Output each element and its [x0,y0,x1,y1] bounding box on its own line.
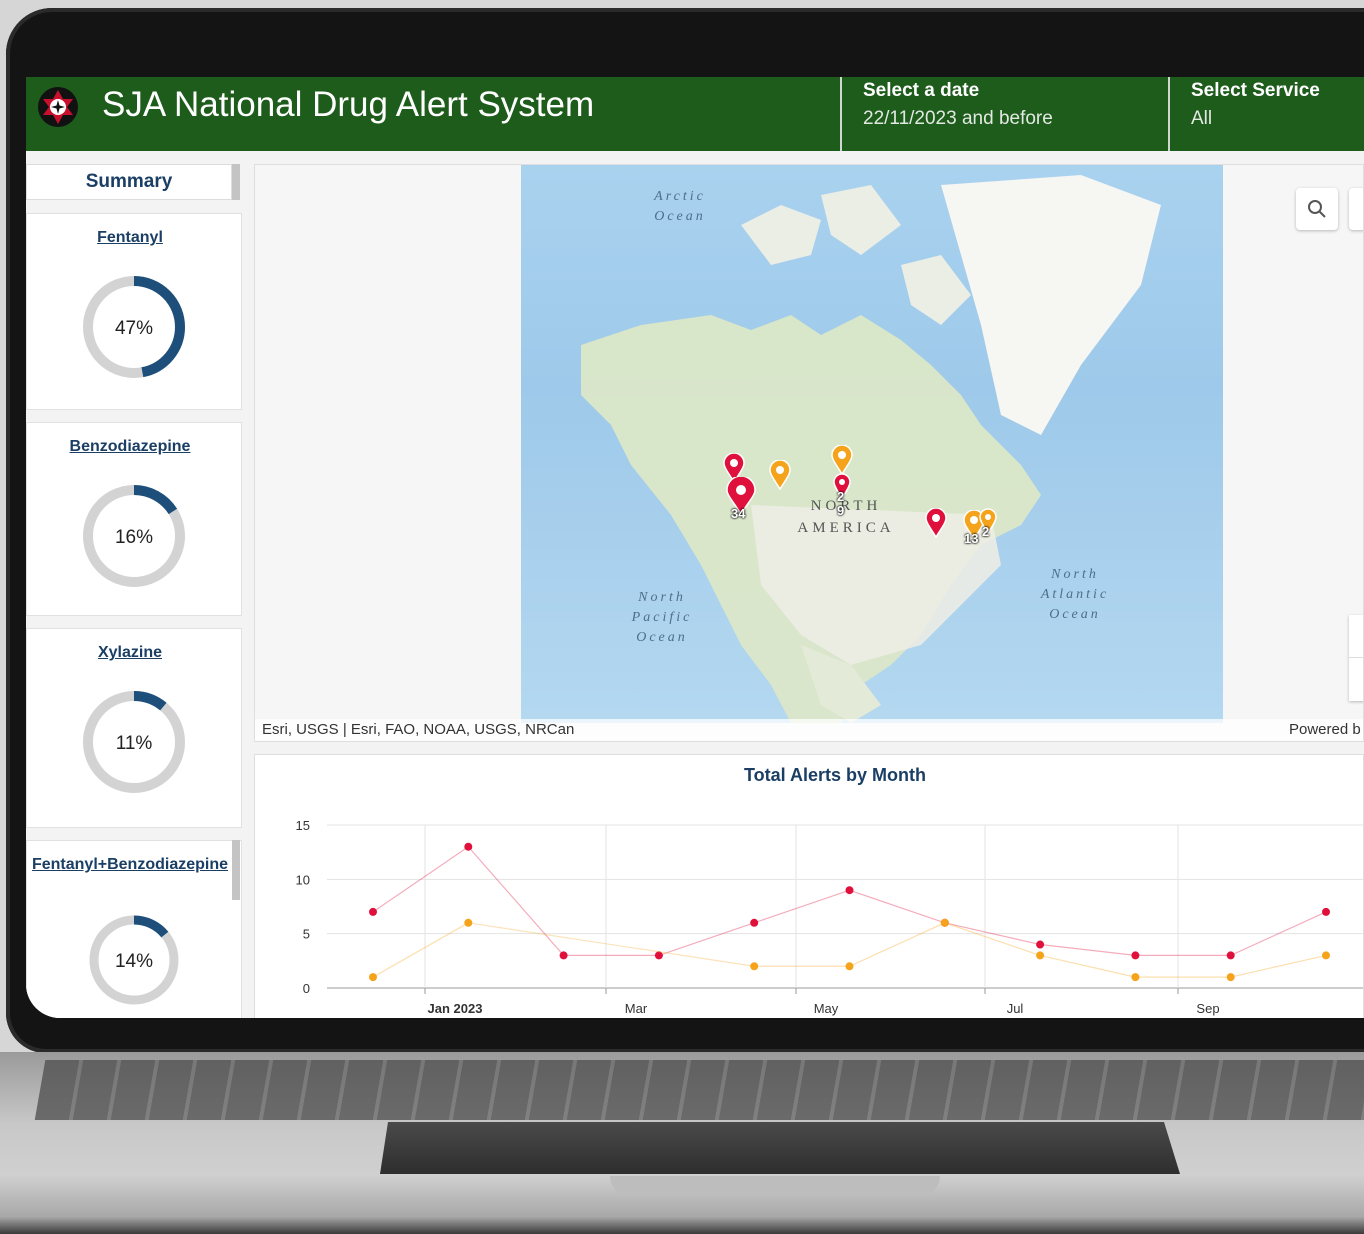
x-tick-label: Sep [1196,1001,1219,1016]
series-point [1131,973,1140,982]
series-point [940,918,949,927]
series-point [1322,951,1330,960]
percent-donut: 14% [89,915,179,1005]
x-tick-label: May [814,1001,839,1016]
drug-card-benzodiazepine: Benzodiazepine 16% [26,422,242,616]
series-point [464,842,473,851]
y-tick-label: 15 [296,818,310,833]
series-point [369,973,377,982]
laptop-trackpad [380,1122,1180,1174]
series-point [750,918,759,927]
laptop-opening-notch [610,1176,940,1196]
map-zoom-control[interactable] [1349,615,1363,701]
header-divider [840,77,842,151]
search-icon [1308,200,1326,218]
percent-donut: 16% [83,485,185,587]
x-tick-label: Jan 2023 [428,1001,483,1016]
series-point [845,886,854,895]
x-tick-label: Jul [1007,1001,1024,1016]
series-line-gap [468,922,755,967]
map-label-arctic-ocean: Arctic Ocean [654,189,706,224]
map-toolbar-button[interactable] [1349,188,1363,230]
alerts-chart-panel: Total Alerts by Month 0 5 10 15 Jan 2023 Mar M… [254,754,1364,1018]
sja-logo-icon [38,87,78,127]
y-tick-label: 0 [303,981,310,996]
series-point [1036,940,1045,949]
date-filter-value: 22/11/2023 and before [863,108,1053,129]
drug-card-label[interactable]: Benzodiazepine [27,435,233,459]
header-divider [1168,77,1170,151]
donut-percent: 14% [115,951,153,972]
drug-card-label[interactable]: Fentanyl+Benzodiazepine [27,853,233,877]
donut-percent: 16% [115,527,153,548]
drug-card-fentanyl-benzodiazepine: Fentanyl+Benzodiazepine 14% [26,840,242,1018]
app-title: SJA National Drug Alert System [102,85,595,124]
attribution-sources: Esri, USGS | Esri, FAO, NOAA, USGS, NRCa… [262,721,575,738]
service-filter-title: Select Service [1191,80,1320,101]
percent-donut: 47% [83,276,185,378]
laptop-keyboard [34,1060,1364,1120]
cluster-count: 2 [982,524,990,539]
alert-marker-orange[interactable] [769,460,791,490]
screen: SJA National Drug Alert System Select a … [26,77,1364,1018]
alert-marker-red[interactable] [925,508,947,538]
alerts-line-chart[interactable]: 0 5 10 15 Jan 2023 Mar May Jul Sep [255,755,1363,1018]
attribution-powered-by[interactable]: Powered b [1289,719,1361,741]
series-point [1226,973,1235,982]
y-tick-label: 5 [303,927,310,942]
summary-panel: Summary Fentanyl 47% Benzodiazepine 16% … [26,161,242,1018]
map-label-north-america: NORTH AMERICA [797,498,895,536]
map-attribution: Esri, USGS | Esri, FAO, NOAA, USGS, NRCa… [255,719,1363,741]
service-filter-value: All [1191,108,1213,129]
map-label-north-atlantic: North Atlantic Ocean [1040,567,1110,622]
map-label-north-pacific: North Pacific Ocean [631,590,693,645]
series-point [559,951,568,960]
map-search-button[interactable] [1296,188,1338,230]
drug-card-label[interactable]: Xylazine [27,641,233,665]
series-line [372,845,1327,956]
service-filter[interactable]: Select Service All [1171,77,1364,151]
series-point [1226,951,1235,960]
summary-scrollbar[interactable] [232,164,240,200]
x-tick-label: Mar [625,1001,648,1016]
series-point [845,962,854,971]
drug-card-fentanyl: Fentanyl 47% [26,213,242,410]
drug-card-xylazine: Xylazine 11% [26,628,242,828]
donut-percent: 47% [115,318,153,339]
cluster-count: 13 [964,531,979,546]
drug-card-label[interactable]: Fentanyl [27,226,233,250]
cluster-count: 34 [731,506,746,521]
percent-donut: 11% [83,691,185,793]
series-point [1322,907,1330,916]
zoom-divider [1349,657,1363,658]
date-filter-title: Select a date [863,80,980,101]
series-point [1131,951,1140,960]
alert-marker-orange[interactable] [831,445,853,475]
cluster-count: 9 [837,503,845,518]
summary-tab[interactable]: Summary [26,164,232,200]
y-tick-label: 10 [296,872,310,887]
app-header: SJA National Drug Alert System Select a … [26,77,1364,151]
series-point [369,907,377,916]
summary-scrollbar[interactable] [232,840,240,900]
cluster-count: 2 [837,489,845,504]
series-point [1036,951,1045,960]
donut-percent: 11% [116,733,153,754]
alert-map[interactable]: Arctic Ocean North Pacific Ocean North A… [254,164,1364,742]
date-filter[interactable]: Select a date 22/11/2023 and before [843,77,1169,151]
